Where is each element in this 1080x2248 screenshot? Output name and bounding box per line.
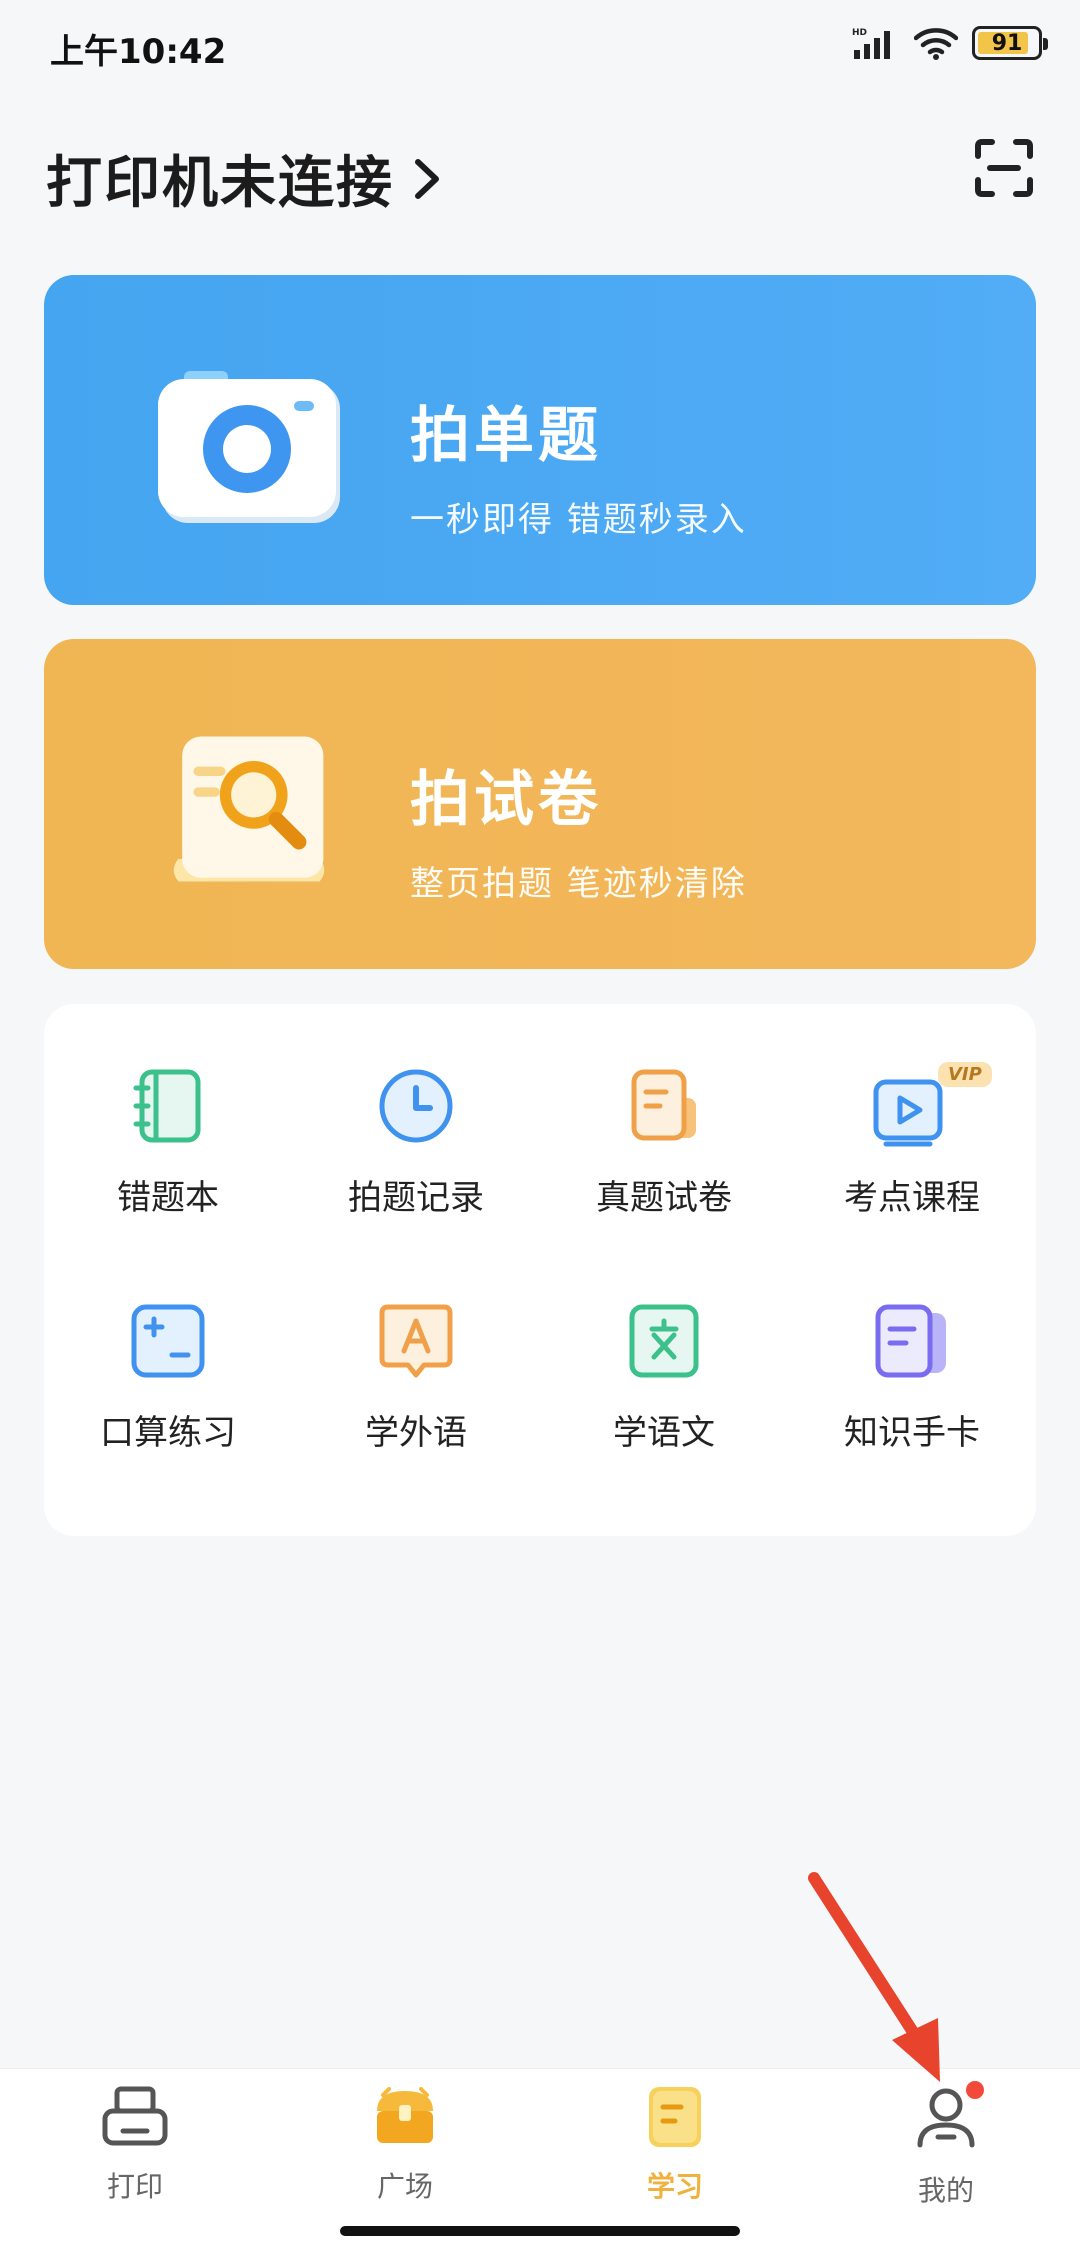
- bottom-nav: 打印 广场 学习 我的: [0, 2068, 1080, 2248]
- battery-icon: 91: [972, 26, 1048, 60]
- tool-real-exam[interactable]: 真题试卷: [540, 1064, 788, 1219]
- svg-text:HD: HD: [852, 28, 867, 38]
- home-indicator[interactable]: [340, 2226, 740, 2236]
- card-title: 拍试卷: [410, 765, 602, 835]
- nav-label: 学习: [646, 2170, 703, 2203]
- status-icons: HD 91: [852, 26, 1048, 60]
- tool-label: 拍题记录: [348, 1178, 484, 1218]
- clock-icon: [379, 1069, 453, 1143]
- wifi-icon: [914, 28, 958, 60]
- tool-label: 真题试卷: [596, 1178, 732, 1218]
- annotation-arrow: [808, 1872, 940, 2082]
- tool-photo-history[interactable]: 拍题记录: [292, 1064, 540, 1219]
- photo-exam-paper-card[interactable]: 拍试卷 整页拍题 笔迹秒清除: [44, 639, 1036, 969]
- nav-tab-print[interactable]: 打印: [55, 2081, 215, 2205]
- chinese-icon: [629, 1304, 699, 1378]
- math-icon: [131, 1304, 205, 1378]
- nav-tab-study[interactable]: 学习: [595, 2081, 755, 2205]
- tool-chinese[interactable]: 学语文: [540, 1299, 788, 1454]
- vip-badge: VIP: [938, 1062, 992, 1087]
- camera-icon: [158, 371, 340, 523]
- tool-label: 学外语: [365, 1413, 467, 1453]
- printer-icon: [102, 2086, 168, 2146]
- battery-level: 91: [991, 30, 1023, 56]
- magnifier-paper-icon: [173, 736, 325, 882]
- header: 打印机未连接: [46, 132, 1036, 216]
- tool-wrong-question-book[interactable]: 错题本: [44, 1064, 292, 1219]
- tool-label: 口算练习: [100, 1413, 236, 1453]
- tools-grid: 错题本 拍题记录 真题试卷 VIP 考点课程 口算练习 学外语 学语文 知识手卡: [44, 1062, 1036, 1454]
- tool-knowledge-cards[interactable]: 知识手卡: [788, 1299, 1036, 1454]
- tool-label: 错题本: [117, 1178, 219, 1218]
- tool-label: 考点课程: [844, 1178, 980, 1218]
- printer-connection-link[interactable]: 打印机未连接: [46, 138, 442, 219]
- card-title: 拍单题: [410, 401, 602, 471]
- status-bar: 上午10:42 HD 91: [0, 0, 1080, 96]
- nav-label: 广场: [376, 2170, 433, 2203]
- tool-label: 知识手卡: [844, 1413, 980, 1453]
- status-time: 上午10:42: [50, 32, 227, 72]
- scan-icon[interactable]: [972, 136, 1036, 200]
- study-icon: [649, 2087, 701, 2147]
- exam-paper-icon: [631, 1069, 696, 1141]
- chevron-right-icon: [415, 158, 439, 199]
- printer-status-title: 打印机未连接: [46, 151, 394, 216]
- photo-single-question-card[interactable]: 拍单题 一秒即得 错题秒录入: [44, 275, 1036, 605]
- nav-label: 我的: [917, 2174, 974, 2207]
- tool-label: 学语文: [613, 1413, 715, 1453]
- signal-hd-icon: HD: [852, 28, 890, 59]
- card-subtitle: 整页拍题 笔迹秒清除: [410, 864, 747, 904]
- tool-exam-course[interactable]: VIP 考点课程: [788, 1062, 1036, 1219]
- notebook-icon: [133, 1069, 201, 1143]
- cards-icon: [875, 1304, 946, 1378]
- nav-tab-square[interactable]: 广场: [325, 2081, 485, 2205]
- nav-tab-mine[interactable]: 我的: [866, 2081, 1026, 2209]
- nav-label: 打印: [106, 2170, 163, 2203]
- card-subtitle: 一秒即得 错题秒录入: [410, 500, 747, 540]
- tools-panel: 错题本 拍题记录 真题试卷 VIP 考点课程 口算练习 学外语 学语文 知识手卡: [44, 1004, 1036, 1536]
- language-icon: [379, 1304, 453, 1378]
- tool-foreign-language[interactable]: 学外语: [292, 1299, 540, 1454]
- tool-mental-math[interactable]: 口算练习: [44, 1299, 292, 1454]
- notification-dot: [966, 2081, 984, 2099]
- treasure-chest-icon: [377, 2087, 433, 2143]
